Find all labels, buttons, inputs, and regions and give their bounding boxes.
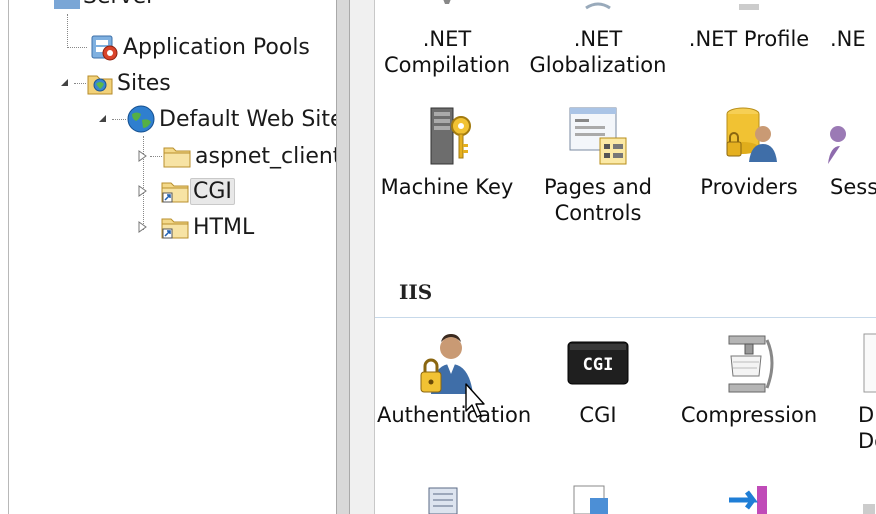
feature-label: Authentication [377,403,532,427]
expand-arrow-icon[interactable] [136,149,150,163]
default-document-icon [863,333,876,393]
net-profile-icon [739,4,759,10]
group-header-iis: IIS [399,280,433,304]
connections-tree: Server Application Pools Sites [0,0,336,514]
tree-label: aspnet_client [195,143,336,169]
pane-gap [350,0,374,514]
feature-label: Sess [830,175,876,199]
feature-net-other[interactable]: .NE [830,0,876,52]
expand-arrow-icon[interactable] [136,184,150,198]
feature-session-state[interactable]: Sess [828,104,876,200]
feature-label: Pages and Controls [544,175,652,225]
globe-icon [127,105,155,133]
tree-guide [67,14,68,48]
feature-icon-partial [428,487,458,514]
tree-item-cgi[interactable]: CGI [136,175,235,207]
feature-icon-partial [729,486,767,514]
providers-icon [726,107,777,162]
compression-icon [728,335,774,393]
folder-icon [163,147,191,168]
net-icon [830,0,870,26]
cgi-icon-text: CGI [582,355,614,375]
expand-arrow-icon[interactable] [136,220,150,234]
feature-label: .NET Globalization [529,27,667,77]
collapse-arrow-icon[interactable] [96,112,110,126]
session-icon [828,126,846,164]
feature-pages-and-controls[interactable]: Pages and Controls [528,104,668,226]
tree-label: Server [80,0,158,9]
tree-item-default-web-site[interactable]: Default Web Site [96,103,336,135]
tree-border [8,0,9,514]
feature-authentication[interactable]: Authentication [377,332,532,428]
feature-cgi[interactable]: CGI CGI [528,332,668,428]
net-compilation-icon [443,0,451,4]
feature-label: CGI [579,403,617,427]
tree-item-aspnet-client[interactable]: aspnet_client [136,140,336,172]
server-icon [54,0,80,9]
tree-label: HTML [193,214,255,240]
feature-label: Compression [680,403,818,427]
feature-label: .NET Profile [688,27,810,51]
feature-label: D Do [858,403,876,453]
tree-label: Sites [117,70,171,96]
tree-label: Application Pools [123,34,310,60]
feature-label: Machine Key [380,175,514,199]
feature-label: Providers [700,175,798,199]
pane-splitter[interactable] [336,0,350,514]
collapse-arrow-icon[interactable] [58,76,72,90]
machine-key-icon [430,107,471,165]
feature-label: .NE [830,27,866,51]
tree-label: CGI [190,177,235,205]
application-pools-icon [91,35,118,61]
tree-item-html[interactable]: HTML [136,211,257,243]
virtual-directory-icon [161,182,189,203]
pages-controls-icon [569,107,627,165]
feature-net-compilation[interactable]: .NET Compilation [377,0,517,78]
feature-net-globalization[interactable]: .NET Globalization [528,0,668,78]
tree-guide [67,47,87,48]
virtual-directory-icon [161,218,189,239]
feature-default-document[interactable]: D Do [830,332,876,454]
features-view: .NET Compilation .NET Globalization .NET… [375,0,876,514]
feature-net-profile[interactable]: .NET Profile [679,0,819,52]
feature-machine-key[interactable]: Machine Key [377,104,517,200]
feature-icon-partial [863,504,875,514]
feature-label: .NET Compilation [383,27,511,77]
tree-item-application-pools[interactable]: Application Pools [88,31,313,63]
tree-item-server[interactable]: Server [20,0,158,12]
feature-icon-partial [573,485,608,514]
group-divider [375,317,876,318]
feature-compression[interactable]: Compression [679,332,819,428]
tree-label: Default Web Site [159,106,336,132]
mouse-cursor-icon [465,383,485,418]
tree-item-sites[interactable]: Sites [58,67,174,99]
sites-folder-icon [87,75,113,95]
net-globalization-icon [585,2,611,10]
feature-providers[interactable]: Providers [679,104,819,200]
